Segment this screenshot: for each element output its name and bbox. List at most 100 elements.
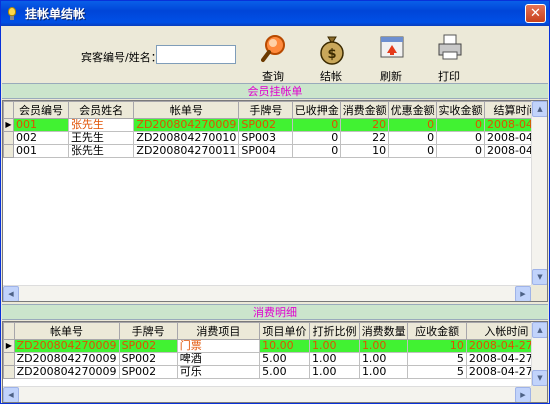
scroll-up-icon[interactable]: ▲ [532, 322, 547, 338]
scroll-left-icon[interactable]: ◀ [3, 286, 19, 301]
row-indicator [3, 365, 15, 379]
current-row-arrow-icon: ▶ [3, 339, 15, 353]
cell-discount: 0 [388, 118, 438, 132]
cell-member-id: 001 [12, 118, 69, 132]
cell-rate: 1.00 [309, 365, 360, 379]
search-label: 宾客编号/姓名： [81, 51, 162, 64]
column-header[interactable]: 优惠金额 [388, 101, 438, 119]
cell-name: 张先生 [67, 118, 135, 132]
cell-item: 啤酒 [176, 352, 261, 366]
bills-horizontal-scrollbar[interactable]: ◀ ▶ [3, 285, 531, 301]
money-bag-icon: $ [320, 36, 344, 65]
table-row[interactable]: 002 王先生 ZD200804270010 SP003 0 22 0 0 2008-04-2 [3, 131, 547, 145]
bills-header-row: 会员编号 会员姓名 帐单号 手牌号 已收押金 消费金额 优惠金额 实收金额 结算时间 [3, 101, 547, 119]
cell-name: 王先生 [67, 131, 135, 145]
svg-text:$: $ [327, 47, 336, 62]
search-toolbar: 宾客编号/姓名： 查询 $ 结帐 刷新 打印 [1, 27, 549, 83]
scroll-down-icon[interactable]: ▼ [532, 370, 547, 386]
row-indicator [3, 131, 14, 145]
query-button[interactable]: 查询 [253, 33, 293, 83]
column-header[interactable]: 会员编号 [12, 101, 69, 119]
table-row[interactable]: ▶ ZD200804270009 SP002 门票 10.00 1.00 1.00 10 200… [3, 339, 547, 353]
scroll-right-icon[interactable]: ▶ [515, 286, 531, 301]
print-label: 打印 [438, 70, 460, 83]
column-header[interactable]: 应收金额 [407, 322, 467, 340]
search-input[interactable] [156, 45, 236, 64]
current-row-arrow-icon: ▶ [3, 118, 14, 132]
cell-bill-no: ZD200804270009 [133, 118, 240, 132]
cell-discount: 0 [388, 144, 438, 158]
cell-bill-no: ZD200804270009 [13, 339, 120, 353]
scroll-corner [531, 285, 547, 301]
column-header[interactable]: 帐单号 [13, 322, 120, 340]
column-header[interactable]: 实收金额 [436, 101, 485, 119]
scroll-corner [531, 386, 547, 402]
cell-amount: 5 [407, 365, 467, 379]
details-vertical-scrollbar[interactable]: ▲ ▼ [531, 322, 547, 386]
consumption-details-grid[interactable]: 帐单号 手牌号 消费项目 项目单价 打折比例 消费数量 应收金额 入帐时间 ▶ ZD200804… [2, 321, 548, 403]
row-indicator-header [3, 322, 15, 340]
query-label: 查询 [262, 70, 284, 83]
details-header-row: 帐单号 手牌号 消费项目 项目单价 打折比例 消费数量 应收金额 入帐时间 [3, 322, 547, 340]
column-header[interactable]: 手牌号 [118, 322, 178, 340]
row-indicator [3, 144, 14, 158]
cell-deposit: 0 [292, 131, 342, 145]
scroll-down-icon[interactable]: ▼ [532, 269, 547, 285]
table-row[interactable]: 001 张先生 ZD200804270011 SP004 0 10 0 0 2008-04-2 [3, 144, 547, 158]
column-header[interactable]: 会员姓名 [67, 101, 135, 119]
column-header[interactable]: 已收押金 [292, 101, 342, 119]
cell-price: 5.00 [259, 365, 311, 379]
bills-vertical-scrollbar[interactable]: ▲ ▼ [531, 101, 547, 285]
column-header[interactable]: 打折比例 [309, 322, 360, 340]
column-header[interactable]: 消费金额 [340, 101, 390, 119]
title-bar[interactable]: 挂帐单结帐 ✕ [1, 1, 549, 26]
details-horizontal-scrollbar[interactable]: ◀ ▶ [3, 386, 531, 402]
column-header[interactable]: 消费数量 [358, 322, 409, 340]
scroll-right-icon[interactable]: ▶ [515, 387, 531, 402]
printer-icon [438, 34, 462, 60]
row-indicator [3, 352, 15, 366]
column-header[interactable]: 手牌号 [238, 101, 294, 119]
checkout-window: 挂帐单结帐 ✕ 宾客编号/姓名： 查询 $ 结帐 刷新 打印 会员挂帐单 会员编… [0, 0, 550, 404]
scroll-left-icon[interactable]: ◀ [3, 387, 19, 402]
cell-item: 可乐 [176, 365, 261, 379]
checkout-label: 结帐 [320, 70, 342, 83]
cell-name: 张先生 [67, 144, 135, 158]
cell-hand-no: SP002 [238, 118, 294, 132]
cell-paid: 0 [436, 118, 485, 132]
refresh-icon [380, 36, 404, 58]
table-row[interactable]: ▶ 001 张先生 ZD200804270009 SP002 0 20 0 0 2008-04-2 [3, 118, 547, 132]
cell-hand-no: SP003 [238, 131, 294, 145]
close-button[interactable]: ✕ [525, 4, 546, 23]
scroll-up-icon[interactable]: ▲ [532, 101, 547, 117]
cell-rate: 1.00 [309, 352, 360, 366]
search-magnifier-icon [261, 35, 285, 62]
member-bills-grid[interactable]: 会员编号 会员姓名 帐单号 手牌号 已收押金 消费金额 优惠金额 实收金额 结算时间 ▶ 001 张… [2, 100, 548, 302]
bulb-icon [5, 6, 19, 22]
table-row[interactable]: ZD200804270009 SP002 可乐 5.00 1.00 1.00 5 2008-0… [3, 365, 547, 379]
cell-hand-no: SP002 [118, 365, 178, 379]
print-button[interactable]: 打印 [429, 33, 469, 83]
column-header[interactable]: 消费项目 [176, 322, 261, 340]
cell-item: 门票 [176, 339, 261, 353]
cell-deposit: 0 [292, 144, 342, 158]
cell-qty: 1.00 [358, 365, 409, 379]
cell-bill-no: ZD200804270010 [133, 131, 240, 145]
cell-paid: 0 [436, 131, 485, 145]
column-header[interactable]: 帐单号 [133, 101, 240, 119]
table-row[interactable]: ZD200804270009 SP002 啤酒 5.00 1.00 1.00 5 2008-0… [3, 352, 547, 366]
cell-deposit: 0 [292, 118, 342, 132]
refresh-label: 刷新 [380, 70, 402, 83]
checkout-button[interactable]: $ 结帐 [311, 33, 351, 83]
refresh-button[interactable]: 刷新 [371, 33, 411, 83]
consumption-details-title: 消费明细 [2, 304, 548, 320]
cell-rate: 1.00 [309, 339, 360, 353]
cell-bill-no: ZD200804270011 [133, 144, 240, 158]
cell-paid: 0 [436, 144, 485, 158]
cell-price: 5.00 [259, 352, 311, 366]
window-title: 挂帐单结帐 [25, 7, 86, 21]
column-header[interactable]: 项目单价 [259, 322, 311, 340]
row-indicator-header [3, 101, 14, 119]
cell-consume: 10 [340, 144, 390, 158]
cell-consume: 20 [340, 118, 390, 132]
